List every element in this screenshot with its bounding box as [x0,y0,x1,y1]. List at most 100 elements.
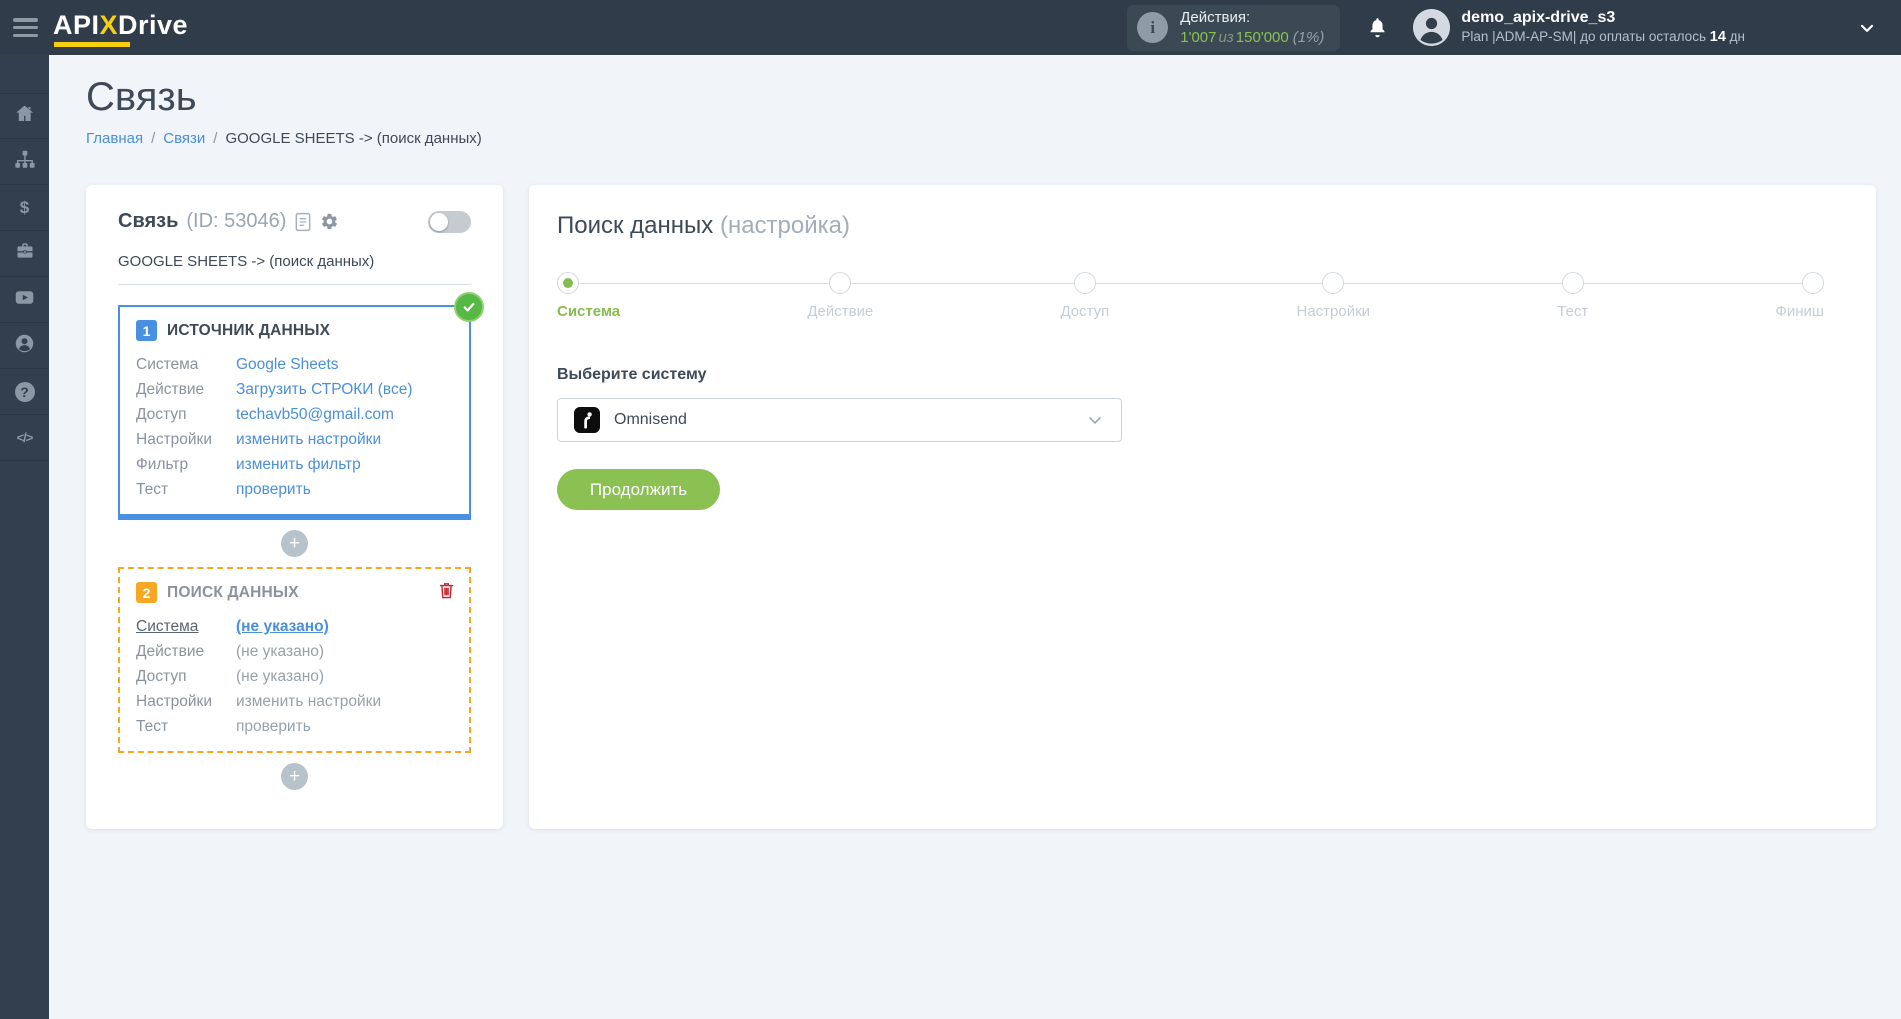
gear-icon[interactable] [320,212,339,231]
step-circle [1322,272,1345,294]
step-settings: Настройки [1297,272,1370,320]
step-circle [1073,272,1096,294]
days-left: 14 [1709,29,1726,46]
actions-of: из [1218,28,1234,46]
source-access-link[interactable]: techavb50@gmail.com [236,402,394,427]
toggle-knob [430,212,448,231]
step-circle [557,272,579,294]
actions-counter-text: Действия: 1'007 из 150'000 (1%) [1180,8,1324,47]
home-icon [14,103,35,129]
header-right: i Действия: 1'007 из 150'000 (1%) demo_apix… [1127,4,1901,51]
system-select-dropdown[interactable]: Omnisend [557,398,1122,442]
search-row-settings: Настройки изменить настройки [136,689,453,714]
step-circle [1801,272,1824,294]
user-name: demo_apix-drive_s3 [1461,9,1616,27]
sitemap-icon [14,149,35,175]
logo-drive: Drive [118,9,189,40]
breadcrumb-separator: / [213,130,218,147]
source-filter-link[interactable]: изменить фильтр [236,452,361,477]
sidebar-item-video[interactable] [0,277,49,323]
sidebar-item-billing[interactable]: $ [0,185,49,231]
source-row-action: Действие Загрузить СТРОКИ (все) [136,377,453,402]
search-row-system: Система (не указано) [136,614,453,639]
page: APIXDrive i Действия: 1'007 из 150'000 (1%)… [0,0,1901,1019]
search-access-value: (не указано) [236,668,325,685]
connection-card-header: Связь (ID: 53046) [118,210,471,233]
source-row-access: Доступ techavb50@gmail.com [136,402,453,427]
source-data-box[interactable]: 1 ИСТОЧНИК ДАННЫХ Система Google Sheets … [118,292,484,520]
plus-icon: + [288,533,301,554]
search-step-number: 2 [136,582,157,603]
search-system-link[interactable]: (не указано) [236,614,329,639]
sidebar-item-connections[interactable] [0,139,49,185]
source-test-link[interactable]: проверить [236,477,311,502]
connection-enable-toggle[interactable] [428,210,471,233]
breadcrumb-current: GOOGLE SHEETS -> (поиск данных) [225,130,482,147]
actions-title: Действия: [1180,9,1251,26]
source-box-rows: Система Google Sheets Действие Загрузить… [136,352,453,502]
connection-title: Связь [118,210,179,232]
data-search-box[interactable]: 2 ПОИСК ДАННЫХ Система (не указано) Дейс… [118,567,471,753]
step-system: Система [557,272,620,320]
continue-button[interactable]: Продолжить [557,469,720,510]
page-title: Связь [86,75,197,119]
document-icon[interactable] [294,212,312,232]
sidebar-item-help[interactable]: ? [0,369,49,415]
step-test: Тест [1557,272,1588,320]
search-settings-value: изменить настройки [236,693,382,710]
add-step-button-bottom[interactable]: + [281,763,308,790]
source-complete-check-icon [454,292,484,322]
search-test-value: проверить [236,718,311,735]
source-row-system: Система Google Sheets [136,352,453,377]
add-step-button-top[interactable]: + [281,530,308,557]
dropdown-chevron-down-icon [1085,410,1105,430]
source-system-link[interactable]: Google Sheets [236,352,339,377]
left-sidebar: $ ? </> [0,55,49,1019]
sidebar-item-home[interactable] [0,93,49,139]
system-select-label: Выберите систему [557,366,707,383]
search-box-rows: Система (не указано) Действие (не указан… [136,614,453,739]
dollar-icon: $ [19,198,30,217]
breadcrumb-separator: / [151,130,156,147]
search-action-value: (не указано) [236,643,325,660]
sidebar-item-profile[interactable] [0,323,49,369]
source-box-title: ИСТОЧНИК ДАННЫХ [167,321,331,339]
user-avatar[interactable] [1413,9,1451,46]
plus-icon: + [288,766,301,787]
data-search-setup-panel: Поиск данных (настройка) Система Действи… [529,185,1876,829]
selected-system-name: Omnisend [614,411,687,428]
hamburger-menu-icon[interactable] [13,18,38,37]
step-action: Действие [807,272,873,320]
apixdrive-logo[interactable]: APIXDrive [53,9,189,47]
actions-percent: (1%) [1292,28,1325,46]
breadcrumb-home-link[interactable]: Главная [86,130,143,147]
actions-counter-badge[interactable]: i Действия: 1'007 из 150'000 (1%) [1127,4,1341,51]
notifications-bell-icon[interactable] [1366,16,1389,39]
delete-step-trash-icon[interactable] [438,581,455,600]
briefcase-icon [15,241,35,266]
code-icon: </> [16,430,34,445]
actions-total: 150'000 [1235,28,1289,46]
actions-counter-values: 1'007 из 150'000 (1%) [1180,28,1324,48]
breadcrumb-connections-link[interactable]: Связи [163,130,205,147]
source-action-link[interactable]: Загрузить СТРОКИ (все) [236,377,413,402]
connection-subtitle: GOOGLE SHEETS -> (поиск данных) [118,253,471,285]
source-row-test: Тест проверить [136,477,453,502]
actions-used: 1'007 [1180,28,1217,46]
source-settings-link[interactable]: изменить настройки [236,427,381,452]
step-circle [829,272,852,294]
setup-stepper: Система Действие Доступ Настройки Тест Ф… [557,272,1824,320]
person-icon [14,333,35,359]
step-access: Доступ [1060,272,1109,320]
source-row-settings: Настройки изменить настройки [136,427,453,452]
search-row-action: Действие (не указано) [136,639,453,664]
user-menu[interactable]: demo_apix-drive_s3 Plan |ADM-AP-SM| до о… [1461,8,1745,46]
user-menu-chevron-down-icon[interactable] [1857,18,1877,38]
step-finish: Финиш [1775,272,1824,320]
question-icon: ? [14,381,35,402]
main-content: Связь Главная / Связи / GOOGLE SHEETS ->… [49,55,1901,829]
logo-api: API [53,9,100,40]
sidebar-item-api[interactable]: </> [0,415,49,461]
sidebar-item-services[interactable] [0,231,49,277]
search-row-access: Доступ (не указано) [136,664,453,689]
